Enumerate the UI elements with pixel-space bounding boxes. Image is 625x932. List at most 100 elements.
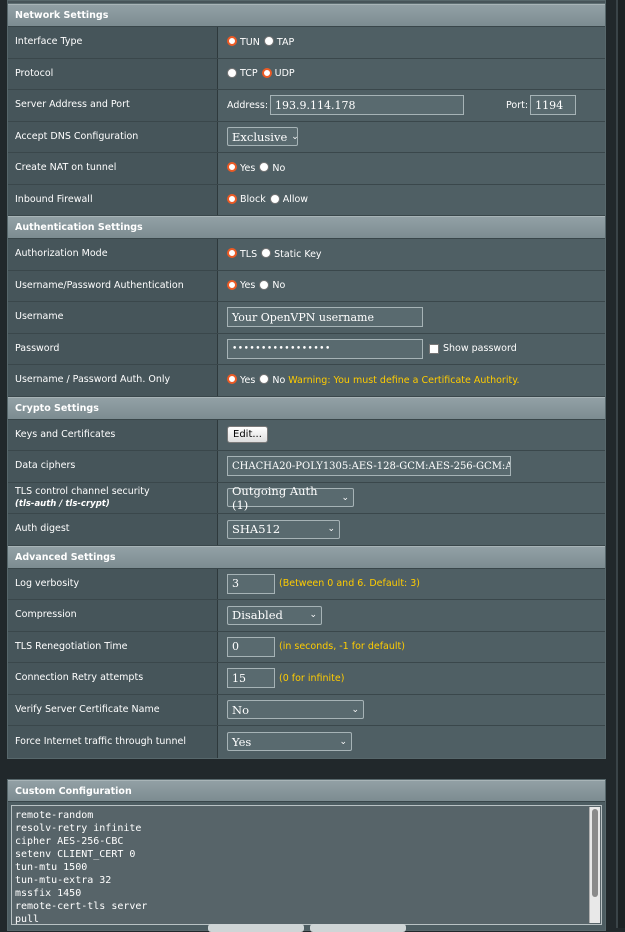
radio-tap[interactable] (263, 36, 274, 47)
config-line: resolv-retry infinite (15, 822, 142, 834)
radio-nat-no[interactable] (259, 162, 270, 173)
compression-select[interactable]: Disabled ⌄ (227, 605, 322, 625)
tls-reneg-input[interactable]: 0 (227, 636, 275, 657)
value-accept-dns: Exclusive ⌄ (218, 121, 605, 152)
value-inbound-firewall: Block Allow (218, 184, 605, 215)
tls-control-select[interactable]: Outgoing Auth (1) ⌄ (227, 484, 354, 512)
radio-only-yes[interactable] (227, 374, 237, 385)
row-auth-digest: Auth digest SHA512 ⌄ (8, 514, 605, 546)
row-tls-reneg: TLS Renegotiation Time 0 (in seconds, -1… (8, 631, 605, 663)
row-password: Password ••••••••••••••••• Show password (8, 333, 605, 365)
value-tls-control: Outgoing Auth (1) ⌄ (218, 482, 605, 513)
label-create-nat: Create NAT on tunnel (8, 153, 218, 184)
label-auth-digest: Auth digest (8, 514, 218, 545)
page-scrollbar-edge (616, 0, 625, 928)
textarea-scrollbar[interactable] (589, 806, 600, 923)
value-keys-certs: Edit... (218, 419, 605, 450)
chevron-down-icon: ⌄ (341, 492, 349, 503)
conn-retry-hint: (0 for infinite) (279, 672, 345, 684)
radio-auth-tls[interactable] (227, 248, 237, 259)
row-create-nat: Create NAT on tunnel Yes No (8, 153, 605, 185)
row-protocol: Protocol TCP UDP (8, 58, 605, 90)
server-address-input[interactable]: 193.9.114.178 (270, 95, 465, 116)
tls-reneg-hint: (in seconds, -1 for default) (279, 641, 405, 653)
password-input[interactable]: ••••••••••••••••• (227, 338, 423, 359)
value-interface-type: TUN TAP (218, 27, 605, 58)
radio-only-no[interactable] (259, 374, 270, 385)
row-userpass-auth: Username/Password Authentication Yes No (8, 270, 605, 302)
server-port-input[interactable]: 1194 (530, 95, 577, 116)
row-log-verbosity: Log verbosity 3 (Between 0 and 6. Defaul… (8, 568, 605, 600)
chevron-down-icon: ⌄ (291, 131, 299, 142)
custom-config-body: remote-random resolv-retry infinite ciph… (8, 801, 605, 930)
edit-keys-button[interactable]: Edit... (227, 426, 268, 444)
value-log-verbosity: 3 (Between 0 and 6. Default: 3) (218, 568, 605, 599)
custom-config-table: Custom Configuration remote-random resol… (7, 778, 606, 931)
show-password-checkbox[interactable] (429, 343, 439, 354)
radio-nat-yes[interactable] (227, 162, 237, 173)
radio-auth-static-key[interactable] (261, 248, 272, 259)
radio-firewall-allow[interactable] (269, 193, 280, 204)
label-server-address: Server Address and Port (8, 90, 218, 121)
value-auth-digest: SHA512 ⌄ (218, 514, 605, 545)
row-auth-mode: Authorization Mode TLS Static Key (8, 239, 605, 271)
radio-userpass-yes[interactable] (227, 279, 237, 290)
data-ciphers-input[interactable]: CHACHA20-POLY1305:AES-128-GCM:AES-256-GC… (227, 456, 511, 477)
settings-table: Network Settings Interface Type TUN TAP … (7, 0, 606, 759)
radio-nat-yes-label: Yes (240, 162, 256, 174)
label-userpass-auth: Username/Password Authentication (8, 270, 218, 301)
force-traffic-select[interactable]: Yes ⌄ (227, 732, 352, 752)
label-accept-dns: Accept DNS Configuration (8, 121, 218, 152)
radio-only-no-label: No (272, 374, 286, 386)
row-interface-type: Interface Type TUN TAP (8, 27, 605, 59)
label-interface-type: Interface Type (8, 27, 218, 58)
value-force-traffic: Yes ⌄ (218, 726, 605, 758)
conn-retry-input[interactable]: 15 (227, 668, 275, 689)
value-auth-mode: TLS Static Key (218, 239, 605, 270)
radio-udp[interactable] (261, 67, 272, 78)
radio-userpass-yes-label: Yes (240, 280, 256, 292)
radio-firewall-block-label: Block (240, 194, 266, 206)
verify-cert-select[interactable]: No ⌄ (227, 700, 364, 720)
show-password-label: Show password (443, 343, 517, 355)
label-userpass-only: Username / Password Auth. Only (8, 365, 218, 396)
config-line: remote-random (15, 809, 94, 821)
accept-dns-select[interactable]: Exclusive ⌄ (227, 127, 299, 147)
radio-tun[interactable] (227, 36, 237, 47)
label-force-traffic: Force Internet traffic through tunnel (8, 726, 218, 758)
label-conn-retry: Connection Retry attempts (8, 663, 218, 694)
row-compression: Compression Disabled ⌄ (8, 600, 605, 632)
section-header-custom: Custom Configuration (8, 779, 605, 802)
radio-userpass-no[interactable] (259, 279, 270, 290)
bottom-button-right[interactable] (310, 924, 406, 932)
row-username: Username Your OpenVPN username (8, 302, 605, 334)
chevron-down-icon: ⌄ (327, 524, 335, 535)
row-server-address: Server Address and Port Address: 193.9.1… (8, 90, 605, 122)
chevron-down-icon: ⌄ (309, 610, 317, 621)
auth-digest-select[interactable]: SHA512 ⌄ (227, 519, 340, 539)
section-header-network: Network Settings (8, 4, 605, 27)
radio-firewall-block[interactable] (227, 193, 237, 204)
bottom-button-left[interactable] (208, 924, 304, 932)
row-inbound-firewall: Inbound Firewall Block Allow (8, 184, 605, 216)
address-label: Address: (227, 99, 269, 111)
label-compression: Compression (8, 600, 218, 631)
row-accept-dns: Accept DNS Configuration Exclusive ⌄ (8, 121, 605, 153)
value-compression: Disabled ⌄ (218, 600, 605, 631)
value-server-address: Address: 193.9.114.178 Port: 1194 (218, 90, 605, 121)
scrollbar-thumb[interactable] (592, 808, 598, 897)
value-create-nat: Yes No (218, 153, 605, 184)
value-password: ••••••••••••••••• Show password (218, 333, 605, 364)
label-tls-control: TLS control channel security (tls-auth /… (8, 482, 218, 513)
value-verify-cert: No ⌄ (218, 694, 605, 725)
chevron-down-icon: ⌄ (339, 736, 347, 747)
row-tls-control: TLS control channel security (tls-auth /… (8, 482, 605, 514)
label-protocol: Protocol (8, 58, 218, 89)
log-verbosity-input[interactable]: 3 (227, 573, 275, 594)
radio-auth-static-key-label: Static Key (274, 248, 322, 260)
custom-config-textarea[interactable]: remote-random resolv-retry infinite ciph… (11, 804, 602, 925)
value-userpass-auth: Yes No (218, 270, 605, 301)
radio-tcp[interactable] (227, 67, 237, 78)
username-input[interactable]: Your OpenVPN username (227, 307, 423, 328)
config-line: cipher AES-256-CBC (15, 835, 124, 847)
